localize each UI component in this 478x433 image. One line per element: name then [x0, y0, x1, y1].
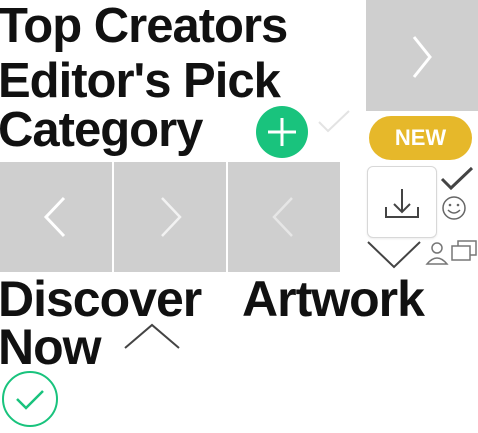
chevron-right-icon [412, 36, 432, 78]
chevron-left-icon [43, 196, 66, 238]
smiley-icon [441, 195, 467, 221]
check-circle-icon[interactable] [1, 370, 59, 428]
download-button[interactable] [367, 166, 437, 238]
heading-now: Now [0, 319, 102, 375]
heading-top-creators: Top Creators [0, 0, 288, 53]
heading-discover: Discover [0, 271, 202, 327]
user-icon [425, 240, 449, 266]
plus-circle-icon [256, 106, 308, 158]
carousel-prev-tile[interactable] [0, 162, 112, 272]
add-button[interactable] [254, 106, 310, 158]
chevron-up-icon[interactable] [123, 322, 181, 352]
check-light-icon [316, 108, 352, 134]
download-icon [385, 189, 419, 218]
chevron-left-icon [272, 197, 293, 237]
heading-artwork: Artwork [242, 271, 425, 327]
carousel-next-tile-2[interactable] [114, 162, 226, 272]
windows-icon [450, 238, 478, 264]
check-icon [440, 166, 474, 192]
heading-category: Category [0, 103, 203, 157]
new-badge: NEW [369, 116, 472, 160]
heading-editors-pick: Editor's Pick [0, 54, 281, 108]
chevron-right-icon [161, 197, 182, 237]
chevron-down-icon[interactable] [366, 238, 422, 270]
carousel-prev-tile-2[interactable] [228, 162, 340, 272]
carousel-next-tile[interactable] [366, 0, 478, 111]
